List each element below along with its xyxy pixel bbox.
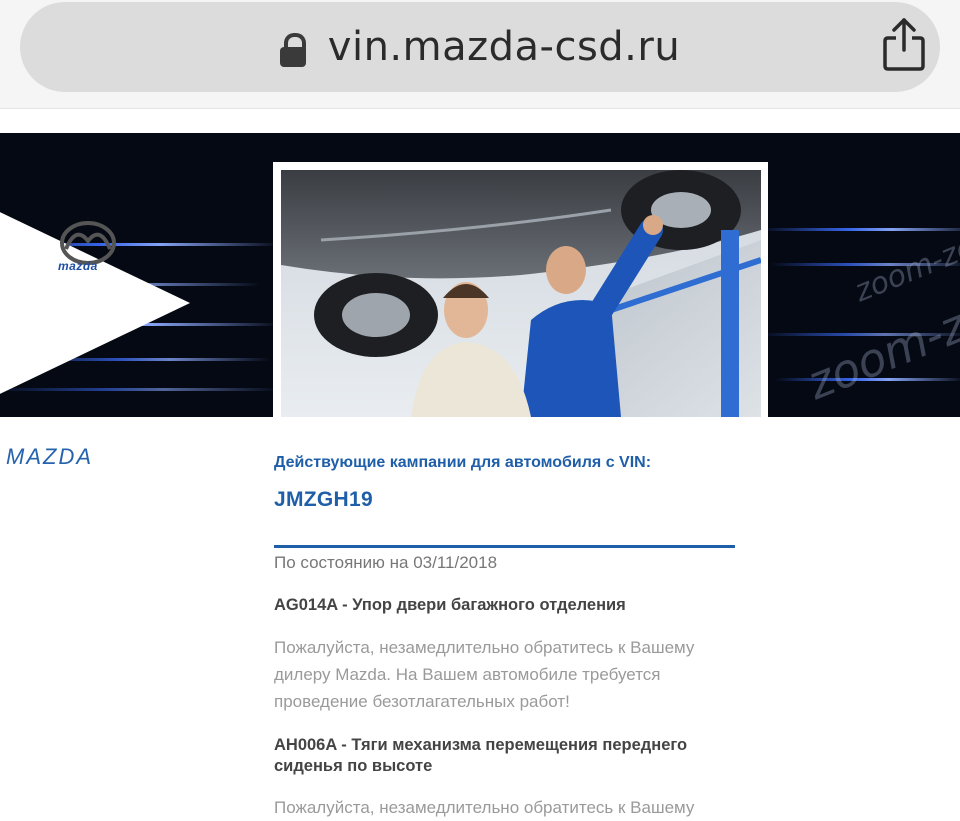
- address-bar[interactable]: vin.mazda-csd.ru: [20, 2, 940, 92]
- zoom-watermark-2: zoom-zoom: [849, 211, 960, 310]
- status-date: По состоянию на 03/11/2018: [274, 553, 498, 572]
- campaign-description: Пожалуйста, незамедлительно обратитесь к…: [274, 638, 695, 711]
- campaign-title: AG014A - Упор двери багажного отделения: [274, 596, 626, 614]
- vin-number: JMZGH19: [274, 488, 373, 511]
- page-heading: Действующие кампании для автомобиля с VI…: [274, 454, 652, 471]
- lock-icon: [279, 33, 306, 67]
- address-content: vin.mazda-csd.ru: [20, 2, 940, 92]
- campaign-description: Пожалуйста, незамедлительно обратитесь к…: [274, 798, 695, 817]
- mazda-wordmark[interactable]: MAZDA: [6, 444, 93, 470]
- browser-top-bar: vin.mazda-csd.ru: [0, 0, 960, 109]
- banner-logo-text: mazda: [58, 259, 98, 273]
- campaign-title: AH006A - Тяги механизма перемещения пере…: [274, 736, 688, 775]
- divider: [274, 545, 735, 548]
- share-icon[interactable]: [882, 16, 926, 72]
- url-text[interactable]: vin.mazda-csd.ru: [328, 24, 680, 70]
- service-photo: [281, 170, 761, 417]
